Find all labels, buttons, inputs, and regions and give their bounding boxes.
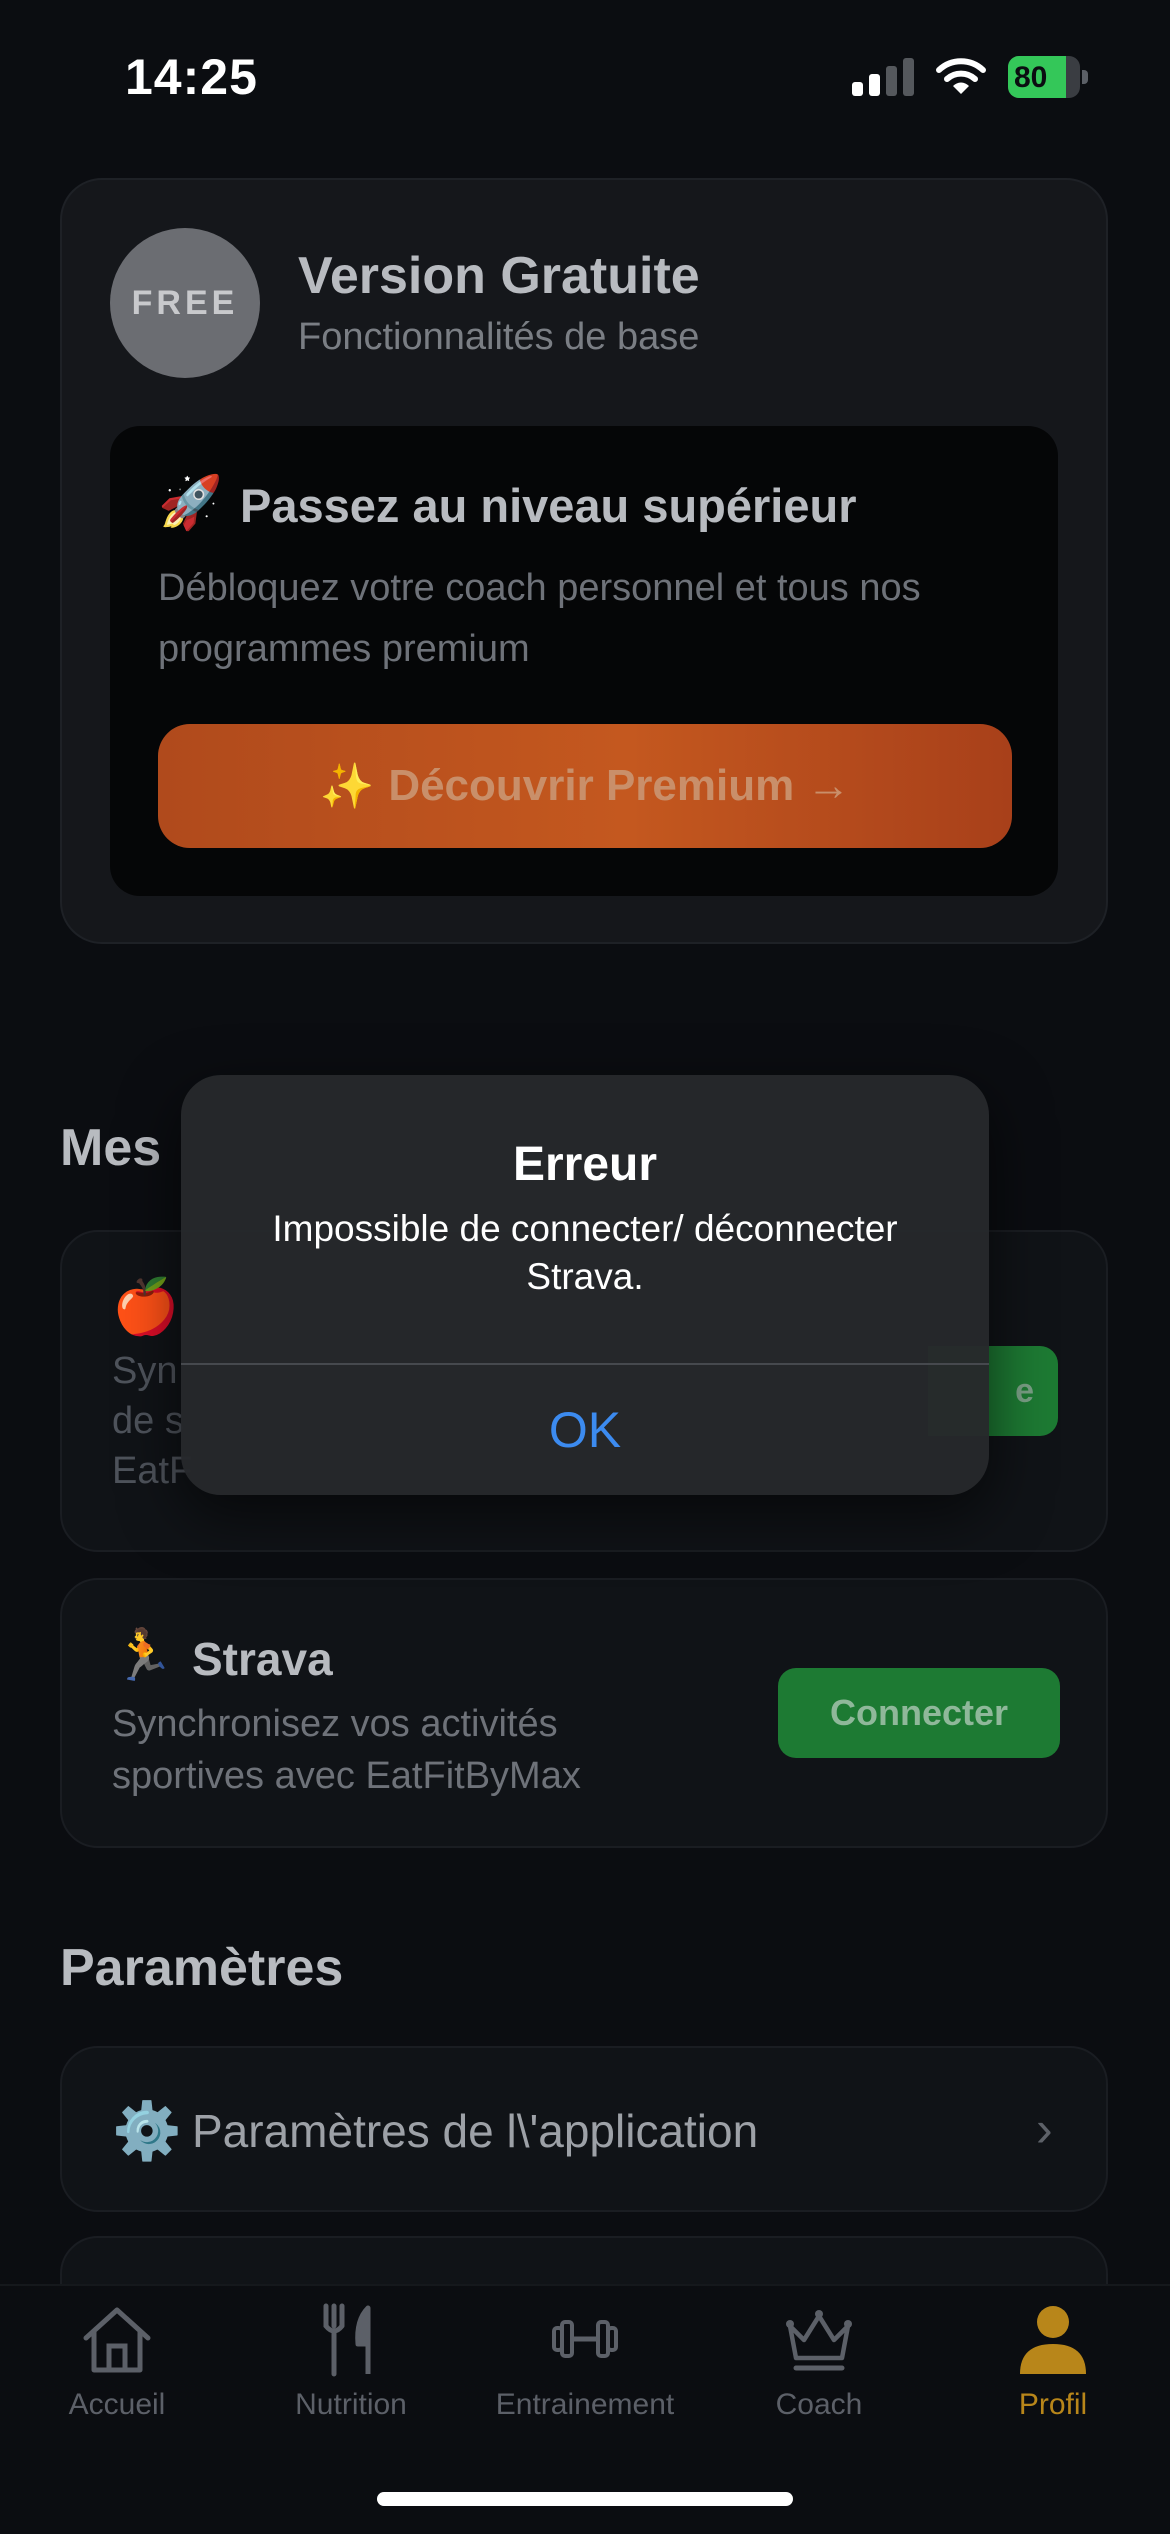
runner-icon: 🏃 (112, 1627, 175, 1683)
app1-description-line: de s (112, 1400, 184, 1442)
strava-connect-button[interactable]: Connecter (778, 1668, 1060, 1758)
alert-message: Impossible de connecter/ déconnecter Str… (272, 1208, 898, 1297)
free-badge: FREE (110, 228, 260, 378)
error-alert: Erreur Impossible de connecter/ déconnec… (181, 1075, 989, 1495)
apple-icon: 🍎 (112, 1277, 180, 1337)
upsell-description: Débloquez votre coach personnel et tous … (158, 567, 921, 670)
tab-label: Accueil (68, 2388, 166, 2421)
section-title-settings: Paramètres (60, 1939, 344, 1997)
chevron-right-icon: › (1036, 2101, 1053, 2157)
section-title-connections: Mes (60, 1119, 162, 1177)
alert-ok-button[interactable]: OK (181, 1365, 989, 1495)
wifi-icon (936, 58, 986, 94)
app1-description-line: Syn (112, 1350, 178, 1392)
strava-description: Synchronisez vos activités sportives ave… (112, 1703, 581, 1797)
gear-icon: ⚙️ (112, 2099, 182, 2162)
home-icon (83, 2307, 151, 2373)
tab-label: Nutrition (295, 2388, 407, 2421)
dumbbell-icon (552, 2320, 618, 2358)
tab-nutrition[interactable]: Nutrition (234, 2300, 468, 2422)
tab-coach[interactable]: Coach (702, 2300, 936, 2422)
status-time: 14:25 (125, 49, 258, 105)
tab-label: Coach (775, 2388, 863, 2421)
plan-subtitle: Fonctionnalités de base (298, 316, 700, 358)
person-icon (1020, 2306, 1086, 2374)
tab-label: Profil (1018, 2388, 1088, 2421)
fork-knife-icon (323, 2303, 371, 2377)
alert-title: Erreur (512, 1138, 658, 1191)
crown-icon (786, 2310, 852, 2371)
discover-premium-button[interactable]: ✨ Découvrir Premium → (158, 724, 1012, 848)
battery-icon: 80 (1008, 56, 1088, 98)
tab-profil[interactable]: Profil (936, 2300, 1170, 2422)
home-indicator[interactable] (377, 2492, 793, 2506)
sparkles-icon: ✨ (319, 762, 375, 811)
discover-premium-label: Découvrir Premium → (388, 761, 851, 810)
battery-percent: 80 (1014, 61, 1048, 94)
app-settings-label: Paramètres de l\'application (192, 2105, 759, 2157)
strava-title: Strava (192, 1633, 333, 1685)
rocket-icon: 🚀 (158, 474, 223, 532)
plan-title: Version Gratuite (298, 247, 700, 305)
cellular-signal-icon (852, 58, 916, 96)
tab-entrainement[interactable]: Entrainement (468, 2300, 702, 2422)
tab-accueil[interactable]: Accueil (0, 2300, 234, 2422)
tab-label: Entrainement (495, 2388, 675, 2421)
upsell-title: Passez au niveau supérieur (240, 479, 857, 532)
